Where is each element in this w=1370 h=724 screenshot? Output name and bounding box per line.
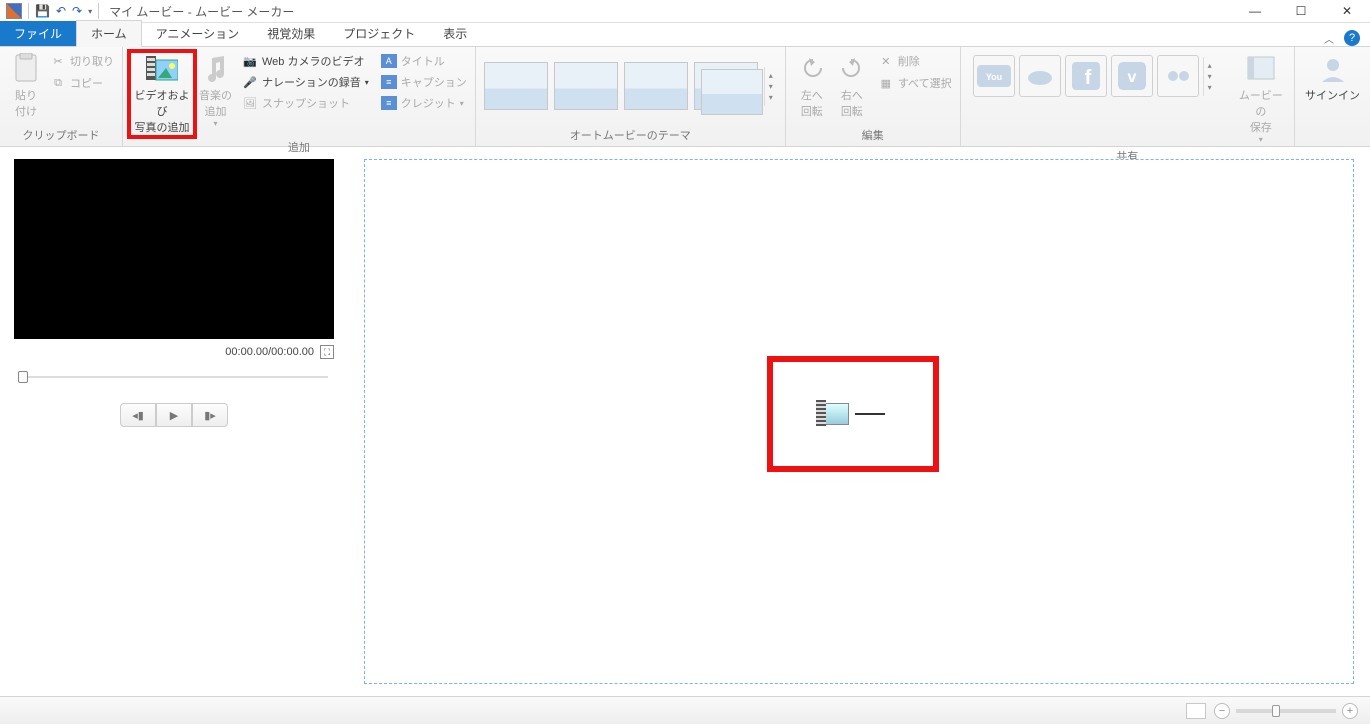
paste-icon xyxy=(10,53,42,85)
share-youtube-button[interactable]: You xyxy=(973,55,1015,97)
preview-pane: 00:00.00/00:00.00 ⛶ ◂▮ ▶ ▮▸ xyxy=(0,147,360,696)
webcam-button[interactable]: 📷Web カメラのビデオ xyxy=(240,51,371,71)
qat-dropdown-icon[interactable]: ▾ xyxy=(88,7,92,16)
credit-button[interactable]: ≡クレジット ▾ xyxy=(379,93,469,113)
copy-button[interactable]: ⧉コピー xyxy=(48,73,116,93)
paste-button[interactable]: 貼り 付け xyxy=(6,51,46,121)
group-share: You f v ▴▾▾ ムービーの 保存▾ 共有 xyxy=(961,47,1295,146)
save-icon[interactable]: 💾 xyxy=(35,4,50,18)
ribbon-collapse-icon[interactable]: ︿ xyxy=(1324,31,1334,46)
theme-more-icon[interactable]: ▴▾▾ xyxy=(764,67,777,106)
view-mode-button[interactable] xyxy=(1186,703,1206,719)
help-icon[interactable]: ? xyxy=(1344,30,1360,46)
group-signin: サインイン xyxy=(1295,47,1370,146)
share-vimeo-button[interactable]: v xyxy=(1111,55,1153,97)
svg-text:f: f xyxy=(1084,67,1091,89)
add-music-button[interactable]: 音楽の 追加▾ xyxy=(195,51,236,130)
group-clipboard: 貼り 付け ✂切り取り ⧉コピー クリップボード xyxy=(0,47,123,146)
caption-icon: ≡ xyxy=(381,75,397,89)
ribbon-tabs: ファイル ホーム アニメーション 視覚効果 プロジェクト 表示 ︿ ? xyxy=(0,23,1370,47)
narration-button[interactable]: 🎤ナレーションの録音 ▾ xyxy=(240,72,371,92)
theme-thumb-4[interactable] xyxy=(694,62,758,110)
tab-animation[interactable]: アニメーション xyxy=(142,21,254,46)
group-label-automovie: オートムービーのテーマ xyxy=(476,125,785,146)
play-button[interactable]: ▶ xyxy=(156,403,192,427)
app-icon[interactable] xyxy=(6,3,22,19)
prev-frame-button[interactable]: ◂▮ xyxy=(120,403,156,427)
storyboard-pane xyxy=(360,147,1370,696)
credit-icon: ≡ xyxy=(381,96,397,110)
window-title: マイ ムービー - ムービー メーカー xyxy=(109,3,294,20)
cut-icon: ✂ xyxy=(50,53,66,69)
zoom-control: − + xyxy=(1214,703,1358,719)
tab-view[interactable]: 表示 xyxy=(429,21,481,46)
quick-access-toolbar: 💾 ↶ ↷ ▾ xyxy=(0,3,105,19)
status-bar: − + xyxy=(0,696,1370,724)
signin-icon xyxy=(1317,53,1349,85)
webcam-icon: 📷 xyxy=(242,53,258,69)
close-button[interactable]: ✕ xyxy=(1324,0,1370,23)
theme-thumb-2[interactable] xyxy=(554,62,618,110)
ribbon: 貼り 付け ✂切り取り ⧉コピー クリップボード ビデオおよび 写真の追加 音楽… xyxy=(0,47,1370,147)
snapshot-button[interactable]: 🖼スナップショット xyxy=(240,93,371,113)
group-add: ビデオおよび 写真の追加 音楽の 追加▾ 📷Web カメラのビデオ 🎤ナレーショ… xyxy=(123,47,476,146)
preview-time: 00:00.00/00:00.00 ⛶ xyxy=(14,345,334,359)
preview-video[interactable] xyxy=(14,159,334,339)
maximize-button[interactable]: ☐ xyxy=(1278,0,1324,23)
share-flickr-button[interactable] xyxy=(1157,55,1199,97)
cut-button[interactable]: ✂切り取り xyxy=(48,51,116,71)
storyboard-dropzone[interactable] xyxy=(364,159,1354,684)
delete-icon: ✕ xyxy=(878,53,894,69)
drop-hint[interactable] xyxy=(773,362,933,466)
caption-button[interactable]: ≡キャプション xyxy=(379,72,469,92)
svg-text:v: v xyxy=(1127,69,1136,86)
theme-thumb-3[interactable] xyxy=(624,62,688,110)
add-video-photo-icon xyxy=(146,53,178,85)
save-movie-icon xyxy=(1245,53,1277,85)
preview-slider[interactable] xyxy=(14,369,334,385)
svg-text:You: You xyxy=(985,72,1001,82)
share-facebook-button[interactable]: f xyxy=(1065,55,1107,97)
title-bar: 💾 ↶ ↷ ▾ マイ ムービー - ムービー メーカー — ☐ ✕ xyxy=(0,0,1370,23)
tab-home[interactable]: ホーム xyxy=(76,20,142,47)
zoom-slider[interactable] xyxy=(1236,709,1336,713)
tab-visual[interactable]: 視覚効果 xyxy=(253,21,329,46)
rotate-right-button[interactable]: 右へ 回転 xyxy=(832,51,872,121)
rotate-left-icon xyxy=(796,53,828,85)
copy-icon: ⧉ xyxy=(50,75,66,91)
next-frame-button[interactable]: ▮▸ xyxy=(192,403,228,427)
window-controls: — ☐ ✕ xyxy=(1232,0,1370,23)
signin-button[interactable]: サインイン xyxy=(1301,51,1364,105)
redo-icon[interactable]: ↷ xyxy=(72,4,82,18)
title-icon: A xyxy=(381,54,397,68)
minimize-button[interactable]: — xyxy=(1232,0,1278,23)
preview-controls: ◂▮ ▶ ▮▸ xyxy=(14,403,334,427)
group-automovie: ▴▾▾ オートムービーのテーマ xyxy=(476,47,786,146)
save-movie-button[interactable]: ムービーの 保存▾ xyxy=(1234,51,1288,146)
tab-project[interactable]: プロジェクト xyxy=(329,21,429,46)
select-all-icon: ▦ xyxy=(878,75,894,91)
theme-thumb-1[interactable] xyxy=(484,62,548,110)
rotate-right-icon xyxy=(836,53,868,85)
zoom-in-button[interactable]: + xyxy=(1342,703,1358,719)
drop-hint-icon xyxy=(821,403,849,425)
share-more-icon[interactable]: ▴▾▾ xyxy=(1203,57,1216,96)
title-button[interactable]: Aタイトル xyxy=(379,51,469,71)
share-onedrive-button[interactable] xyxy=(1019,55,1061,97)
delete-button[interactable]: ✕削除 xyxy=(876,51,954,71)
tab-file[interactable]: ファイル xyxy=(0,21,76,46)
group-label-edit: 編集 xyxy=(786,125,960,146)
content-area: 00:00.00/00:00.00 ⛶ ◂▮ ▶ ▮▸ xyxy=(0,147,1370,696)
mic-icon: 🎤 xyxy=(242,74,258,90)
select-all-button[interactable]: ▦すべて選択 xyxy=(876,73,954,93)
group-label-clipboard: クリップボード xyxy=(0,125,122,146)
undo-icon[interactable]: ↶ xyxy=(56,4,66,18)
add-video-photo-button[interactable]: ビデオおよび 写真の追加 xyxy=(129,51,195,137)
zoom-out-button[interactable]: − xyxy=(1214,703,1230,719)
rotate-left-button[interactable]: 左へ 回転 xyxy=(792,51,832,121)
snapshot-icon: 🖼 xyxy=(242,95,258,111)
group-edit: 左へ 回転 右へ 回転 ✕削除 ▦すべて選択 編集 xyxy=(786,47,961,146)
music-icon xyxy=(200,53,232,85)
fullscreen-icon[interactable]: ⛶ xyxy=(320,345,334,359)
